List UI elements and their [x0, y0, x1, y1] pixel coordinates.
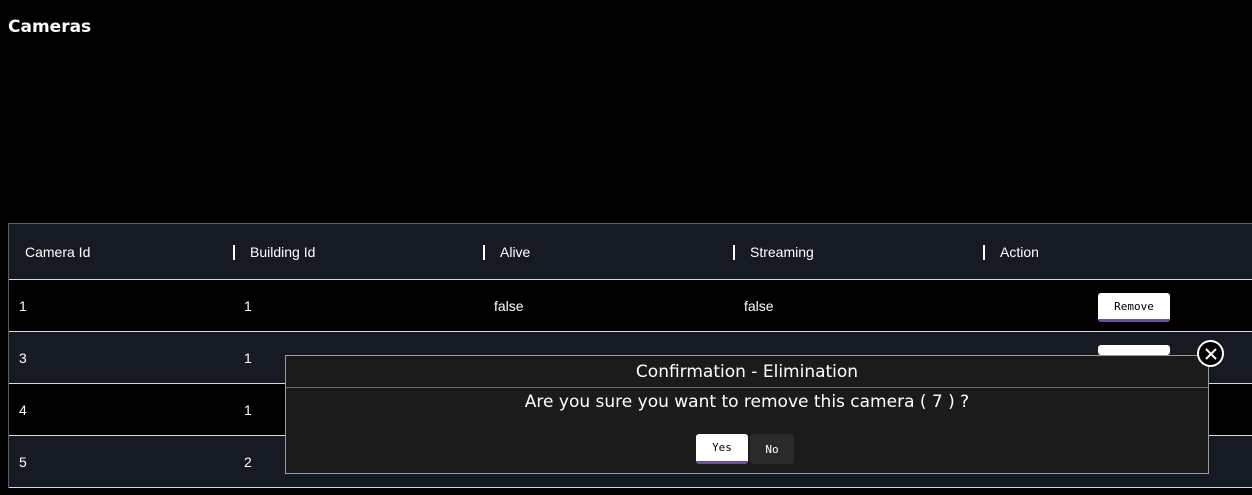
dialog-message: Are you sure you want to remove this cam… — [524, 392, 970, 412]
column-header-action: Action — [1000, 244, 1039, 260]
dialog-title: Confirmation - Elimination — [286, 356, 1208, 388]
page-title: Cameras — [8, 17, 92, 37]
cell-building-id: 1 — [244, 402, 252, 418]
page: Cameras Camera Id Building Id Alive Stre… — [0, 0, 1252, 495]
close-icon — [1204, 347, 1217, 360]
cell-building-id: 2 — [244, 454, 252, 470]
cell-camera-id: 5 — [19, 454, 27, 470]
close-dialog-button[interactable] — [1197, 340, 1224, 367]
remove-button[interactable] — [1098, 345, 1170, 355]
cell-camera-id: 3 — [19, 350, 27, 366]
dialog-buttons: Yes No — [696, 434, 794, 464]
yes-button[interactable]: Yes — [696, 434, 748, 464]
column-header-alive[interactable]: Alive — [500, 224, 530, 280]
cell-building-id: 1 — [244, 350, 252, 366]
column-resize-handle[interactable] — [733, 245, 735, 260]
cell-camera-id: 4 — [19, 402, 27, 418]
column-resize-handle[interactable] — [983, 245, 985, 260]
no-button[interactable]: No — [750, 434, 794, 464]
column-header-streaming[interactable]: Streaming — [750, 224, 814, 280]
column-header-building-id[interactable]: Building Id — [250, 224, 315, 280]
remove-button[interactable]: Remove — [1098, 293, 1170, 322]
table-row: 1 1 false false Remove — [9, 280, 1252, 332]
cell-camera-id: 1 — [19, 298, 27, 314]
column-resize-handle[interactable] — [483, 245, 485, 260]
column-resize-handle[interactable] — [233, 245, 235, 260]
cell-streaming: false — [744, 298, 774, 314]
cell-building-id: 1 — [244, 298, 252, 314]
table-header: Camera Id Building Id Alive Streaming Ac… — [9, 224, 1252, 280]
cell-alive: false — [494, 298, 524, 314]
confirmation-dialog: Confirmation - Elimination Are you sure … — [285, 355, 1209, 474]
column-header-camera-id[interactable]: Camera Id — [25, 224, 90, 280]
